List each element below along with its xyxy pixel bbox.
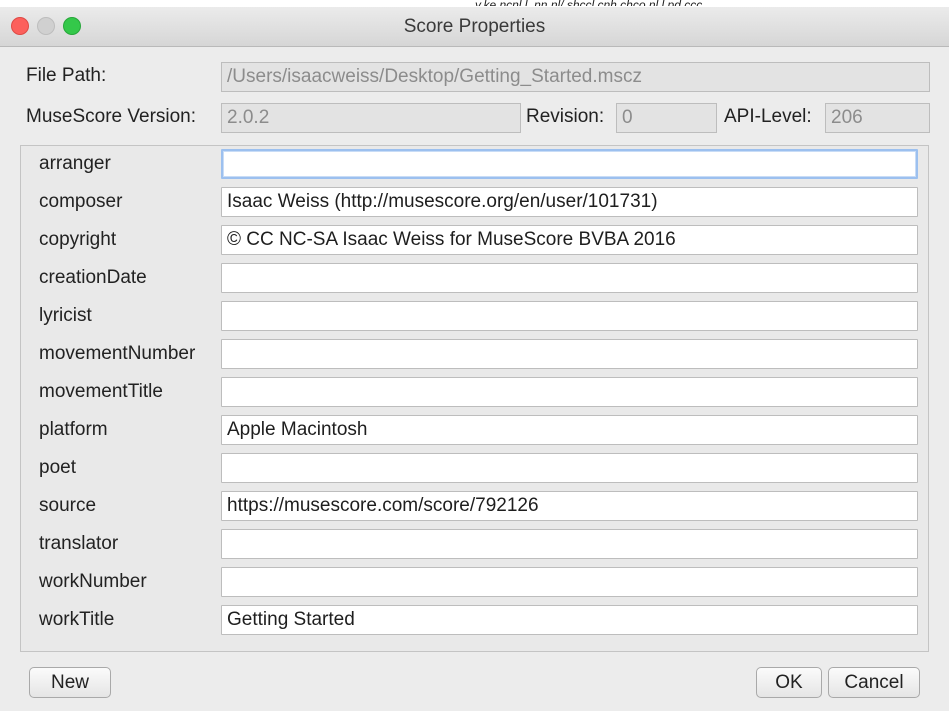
- metadata-key: composer: [39, 191, 123, 212]
- metadata-row-worktitle: workTitle: [21, 602, 928, 638]
- clipped-background-text: y.ke.ncnl.l .nn.nl/.shccl.cnh.chco.nl.l …: [475, 0, 702, 6]
- metadata-panel: arranger composer copyright creationDate…: [20, 145, 929, 652]
- metadata-key: arranger: [39, 153, 111, 174]
- metadata-row-poet: poet: [21, 450, 928, 486]
- metadata-key: source: [39, 495, 97, 516]
- metadata-key: platform: [39, 419, 108, 440]
- metadata-key: movementNumber: [39, 343, 196, 364]
- metadata-value-field[interactable]: [221, 301, 918, 331]
- ok-button[interactable]: OK: [756, 667, 822, 698]
- metadata-value-field[interactable]: [221, 149, 918, 179]
- metadata-value-field[interactable]: [221, 529, 918, 559]
- metadata-value-field[interactable]: [221, 339, 918, 369]
- metadata-value-field[interactable]: [221, 415, 918, 445]
- revision-field[interactable]: 0: [616, 103, 717, 133]
- metadata-row-arranger: arranger: [21, 146, 928, 182]
- file-path-label: File Path:: [26, 65, 107, 86]
- metadata-value-field[interactable]: [221, 567, 918, 597]
- metadata-value-field[interactable]: [221, 453, 918, 483]
- cancel-button[interactable]: Cancel: [828, 667, 920, 698]
- metadata-key: copyright: [39, 229, 117, 250]
- metadata-row-composer: composer: [21, 184, 928, 220]
- metadata-value-field[interactable]: [221, 187, 918, 217]
- revision-label: Revision:: [526, 106, 605, 127]
- metadata-row-movementnumber: movementNumber: [21, 336, 928, 372]
- musescore-version-field[interactable]: 2.0.2: [221, 103, 521, 133]
- metadata-row-platform: platform: [21, 412, 928, 448]
- metadata-row-translator: translator: [21, 526, 928, 562]
- api-level-label: API-Level:: [724, 106, 812, 127]
- window-title: Score Properties: [403, 16, 546, 37]
- score-properties-dialog: Score Properties File Path: /Users/isaac…: [0, 7, 949, 711]
- metadata-key: lyricist: [39, 305, 92, 326]
- metadata-key: workTitle: [39, 609, 115, 630]
- metadata-row-movementtitle: movementTitle: [21, 374, 928, 410]
- metadata-key: creationDate: [39, 267, 147, 288]
- metadata-value-field[interactable]: [221, 225, 918, 255]
- title-bar: Score Properties: [0, 7, 949, 47]
- metadata-row-copyright: copyright: [21, 222, 928, 258]
- api-level-field[interactable]: 206: [825, 103, 930, 133]
- metadata-row-lyricist: lyricist: [21, 298, 928, 334]
- metadata-key: workNumber: [39, 571, 147, 592]
- metadata-key: movementTitle: [39, 381, 163, 402]
- metadata-value-field[interactable]: [221, 377, 918, 407]
- musescore-version-label: MuseScore Version:: [26, 106, 197, 127]
- metadata-value-field[interactable]: [221, 605, 918, 635]
- metadata-key: translator: [39, 533, 119, 554]
- metadata-row-creationdate: creationDate: [21, 260, 928, 296]
- metadata-key: poet: [39, 457, 76, 478]
- new-button[interactable]: New: [29, 667, 111, 698]
- metadata-value-field[interactable]: [221, 263, 918, 293]
- metadata-row-worknumber: workNumber: [21, 564, 928, 600]
- file-path-field[interactable]: /Users/isaacweiss/Desktop/Getting_Starte…: [221, 62, 930, 92]
- metadata-value-field[interactable]: [221, 491, 918, 521]
- metadata-row-source: source: [21, 488, 928, 524]
